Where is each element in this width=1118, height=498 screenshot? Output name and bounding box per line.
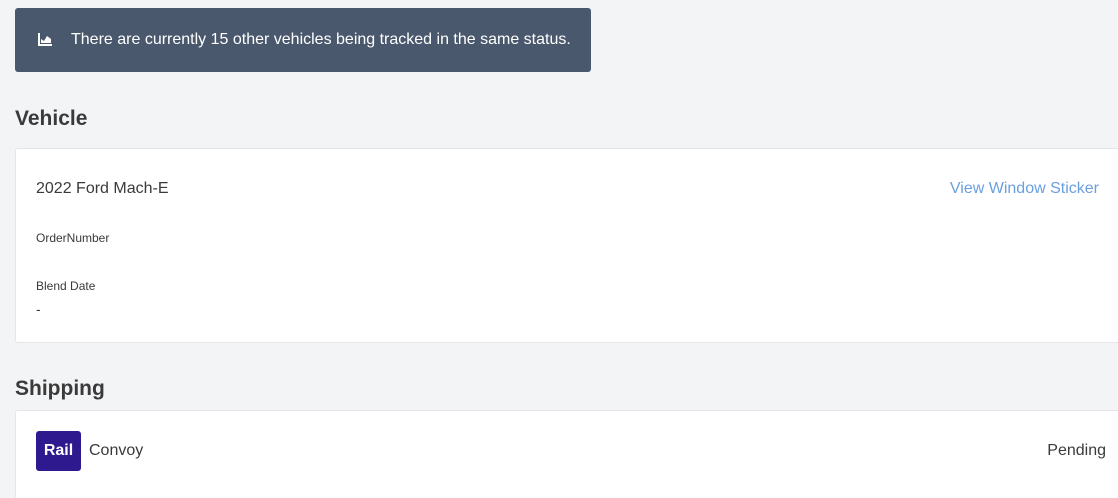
alert-message: There are currently 15 other vehicles be… [71,31,571,48]
vehicle-card: 2022 Ford Mach-E View Window Sticker Ord… [15,148,1118,343]
blend-date-value: - [36,301,41,317]
tracker-page: There are currently 15 other vehicles be… [0,0,1118,498]
blend-date-label: Blend Date [36,279,96,293]
rail-mode-badge: Rail [36,431,81,471]
status-alert-banner: There are currently 15 other vehicles be… [15,8,591,72]
area-chart-icon [38,33,52,46]
vehicle-section-title: Vehicle [15,107,88,130]
order-number-label: OrderNumber [36,231,110,245]
shipping-section-title: Shipping [15,377,105,400]
view-window-sticker-link[interactable]: View Window Sticker [950,180,1099,198]
shipping-card: Rail Convoy Pending [15,410,1118,498]
shipping-status: Pending [1047,442,1106,459]
carrier-name: Convoy [89,442,144,459]
vehicle-name: 2022 Ford Mach-E [36,180,169,197]
